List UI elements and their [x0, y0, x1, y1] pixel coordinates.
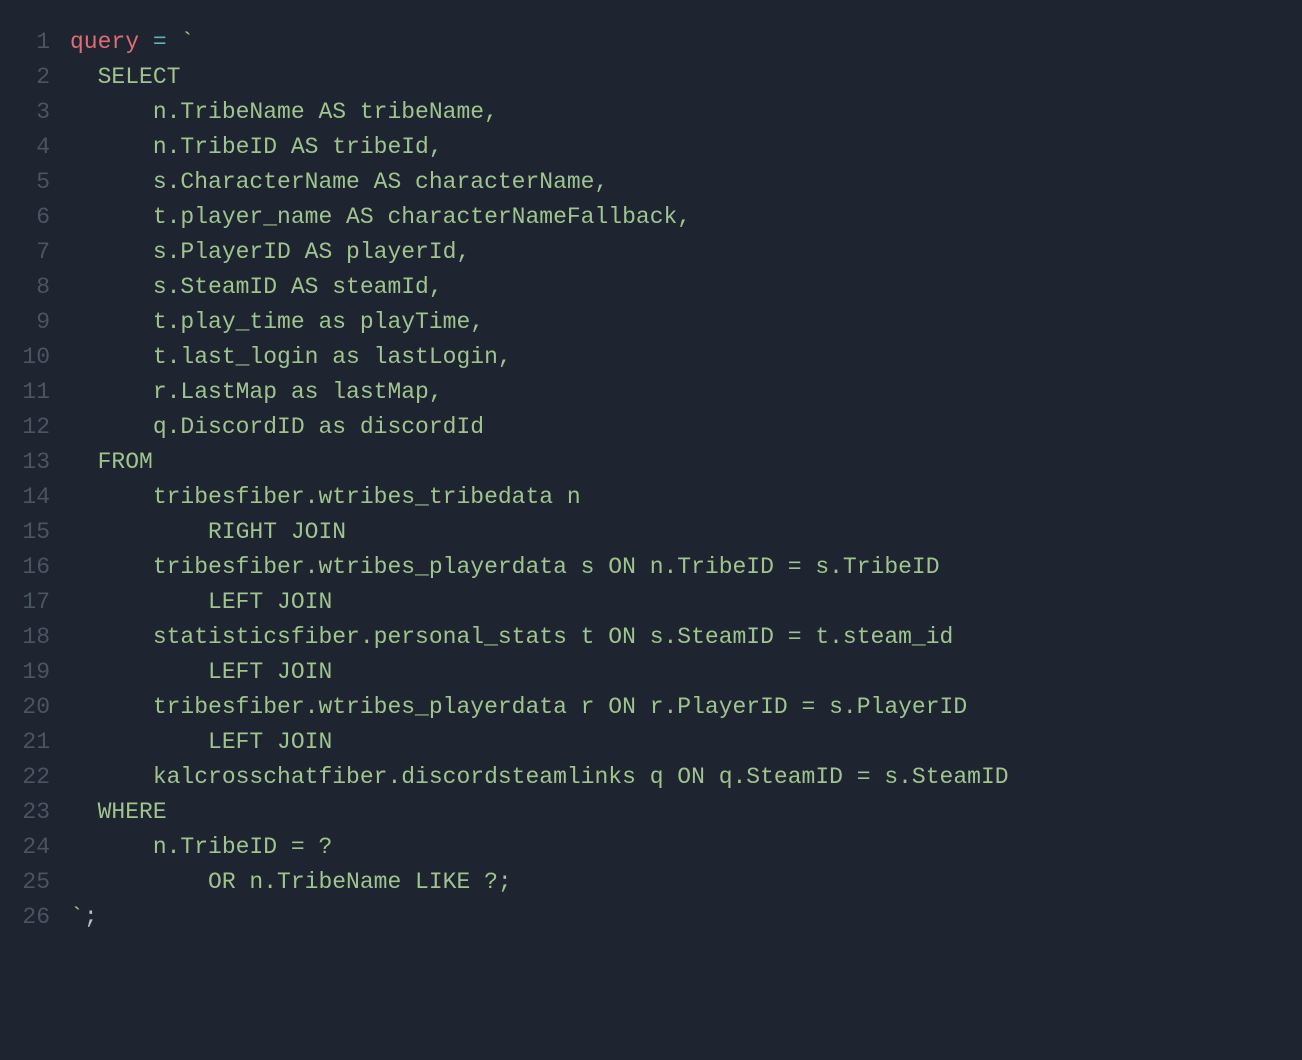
line-number: 2	[10, 60, 50, 95]
code-line[interactable]: n.TribeID AS tribeId,	[70, 130, 1292, 165]
code-token	[139, 29, 153, 55]
code-line[interactable]: FROM	[70, 445, 1292, 480]
code-line[interactable]: s.PlayerID AS playerId,	[70, 235, 1292, 270]
code-token: =	[153, 29, 167, 55]
line-number: 11	[10, 375, 50, 410]
code-line[interactable]: kalcrosschatfiber.discordsteamlinks q ON…	[70, 760, 1292, 795]
code-token: WHERE	[70, 799, 167, 825]
line-number: 12	[10, 410, 50, 445]
code-token: tribesfiber.wtribes_playerdata s ON n.Tr…	[70, 554, 940, 580]
code-token: t.play_time as playTime,	[70, 309, 484, 335]
code-token: tribesfiber.wtribes_playerdata r ON r.Pl…	[70, 694, 967, 720]
code-line[interactable]: LEFT JOIN	[70, 725, 1292, 760]
code-token: t.player_name AS characterNameFallback,	[70, 204, 691, 230]
line-number: 25	[10, 865, 50, 900]
line-number: 4	[10, 130, 50, 165]
line-number: 8	[10, 270, 50, 305]
line-number: 6	[10, 200, 50, 235]
line-number: 16	[10, 550, 50, 585]
code-line[interactable]: `;	[70, 900, 1292, 935]
code-token: RIGHT JOIN	[70, 519, 346, 545]
line-gutter: 1234567891011121314151617181920212223242…	[10, 25, 70, 935]
code-line[interactable]: t.play_time as playTime,	[70, 305, 1292, 340]
line-number: 14	[10, 480, 50, 515]
line-number: 7	[10, 235, 50, 270]
code-token: ;	[84, 904, 98, 930]
line-number: 13	[10, 445, 50, 480]
code-token: s.CharacterName AS characterName,	[70, 169, 608, 195]
code-line[interactable]: tribesfiber.wtribes_tribedata n	[70, 480, 1292, 515]
code-token: r.LastMap as lastMap,	[70, 379, 443, 405]
line-number: 22	[10, 760, 50, 795]
code-line[interactable]: r.LastMap as lastMap,	[70, 375, 1292, 410]
code-token: kalcrosschatfiber.discordsteamlinks q ON…	[70, 764, 1009, 790]
code-token: s.SteamID AS steamId,	[70, 274, 443, 300]
code-token: `	[180, 29, 194, 55]
line-number: 19	[10, 655, 50, 690]
code-line[interactable]: query = `	[70, 25, 1292, 60]
code-line[interactable]: SELECT	[70, 60, 1292, 95]
code-token: query	[70, 29, 139, 55]
code-token: statisticsfiber.personal_stats t ON s.St…	[70, 624, 953, 650]
code-token: n.TribeID = ?	[70, 834, 332, 860]
code-token: tribesfiber.wtribes_tribedata n	[70, 484, 581, 510]
line-number: 5	[10, 165, 50, 200]
line-number: 9	[10, 305, 50, 340]
line-number: 10	[10, 340, 50, 375]
code-token: s.PlayerID AS playerId,	[70, 239, 470, 265]
code-token: SELECT	[70, 64, 180, 90]
code-token: n.TribeName AS tribeName,	[70, 99, 498, 125]
code-line[interactable]: tribesfiber.wtribes_playerdata r ON r.Pl…	[70, 690, 1292, 725]
line-number: 20	[10, 690, 50, 725]
code-line[interactable]: RIGHT JOIN	[70, 515, 1292, 550]
line-number: 21	[10, 725, 50, 760]
line-number: 1	[10, 25, 50, 60]
code-line[interactable]: n.TribeID = ?	[70, 830, 1292, 865]
code-token: n.TribeID AS tribeId,	[70, 134, 443, 160]
code-line[interactable]: WHERE	[70, 795, 1292, 830]
code-line[interactable]: n.TribeName AS tribeName,	[70, 95, 1292, 130]
code-line[interactable]: q.DiscordID as discordId	[70, 410, 1292, 445]
code-token: LEFT JOIN	[70, 589, 332, 615]
code-token: `	[70, 904, 84, 930]
code-token: t.last_login as lastLogin,	[70, 344, 512, 370]
code-line[interactable]: s.SteamID AS steamId,	[70, 270, 1292, 305]
code-line[interactable]: t.last_login as lastLogin,	[70, 340, 1292, 375]
code-area[interactable]: query = ` SELECT n.TribeName AS tribeNam…	[70, 25, 1292, 935]
code-token: LEFT JOIN	[70, 729, 332, 755]
line-number: 17	[10, 585, 50, 620]
code-token: q.DiscordID as discordId	[70, 414, 484, 440]
line-number: 18	[10, 620, 50, 655]
code-token: FROM	[70, 449, 153, 475]
line-number: 3	[10, 95, 50, 130]
code-line[interactable]: LEFT JOIN	[70, 585, 1292, 620]
line-number: 26	[10, 900, 50, 935]
code-line[interactable]: s.CharacterName AS characterName,	[70, 165, 1292, 200]
line-number: 23	[10, 795, 50, 830]
code-line[interactable]: t.player_name AS characterNameFallback,	[70, 200, 1292, 235]
code-editor[interactable]: 1234567891011121314151617181920212223242…	[0, 0, 1302, 960]
code-line[interactable]: LEFT JOIN	[70, 655, 1292, 690]
line-number: 15	[10, 515, 50, 550]
code-token: LEFT JOIN	[70, 659, 332, 685]
code-line[interactable]: OR n.TribeName LIKE ?;	[70, 865, 1292, 900]
line-number: 24	[10, 830, 50, 865]
code-token: OR n.TribeName LIKE ?;	[70, 869, 512, 895]
code-line[interactable]: tribesfiber.wtribes_playerdata s ON n.Tr…	[70, 550, 1292, 585]
code-token	[167, 29, 181, 55]
code-line[interactable]: statisticsfiber.personal_stats t ON s.St…	[70, 620, 1292, 655]
